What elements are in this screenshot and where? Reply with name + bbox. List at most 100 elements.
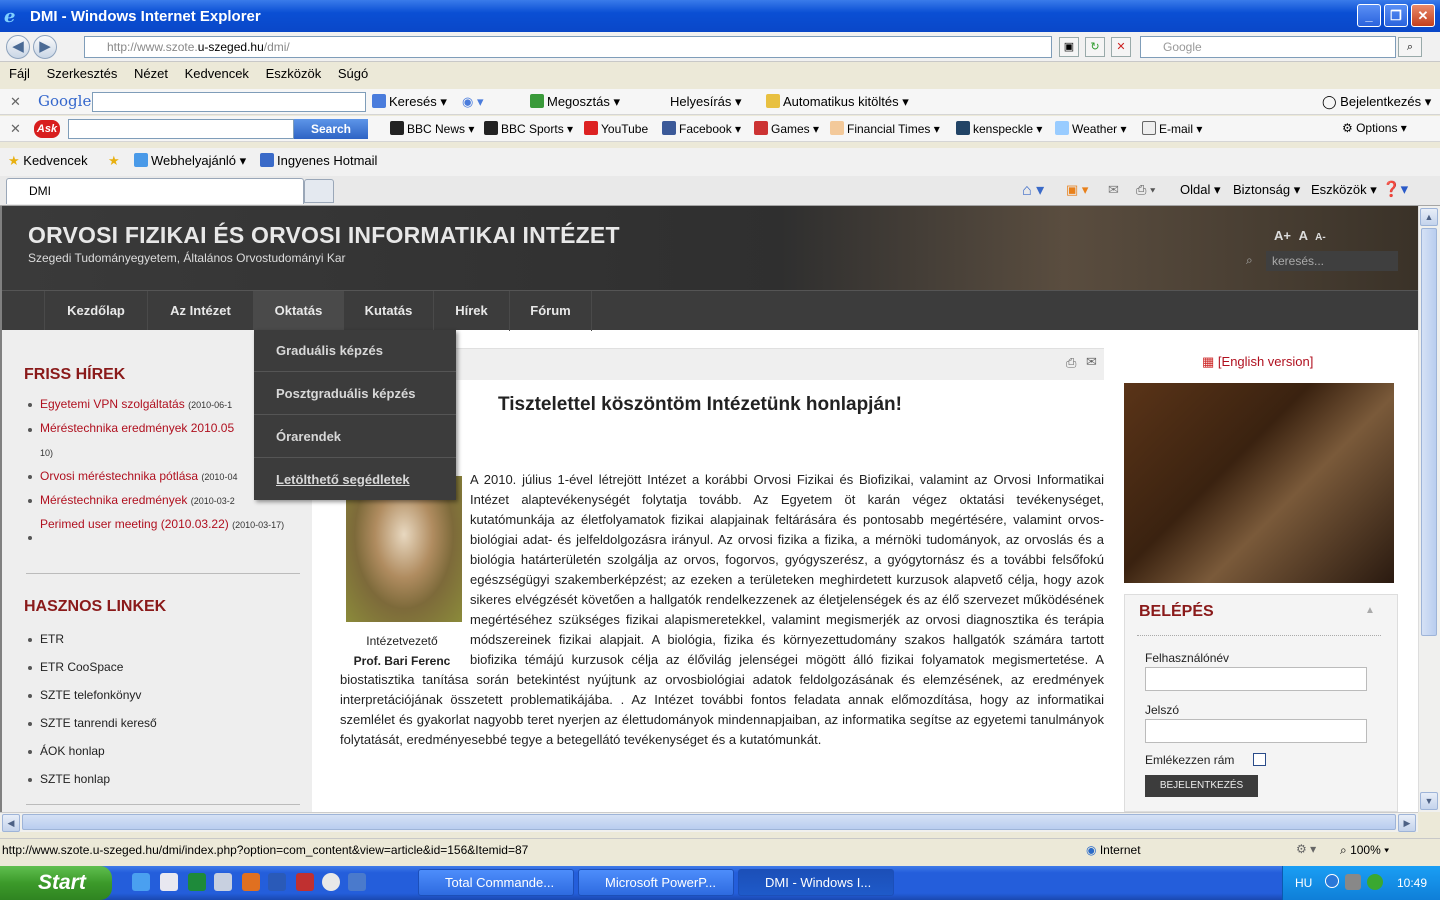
back-button[interactable]: ◀ bbox=[6, 35, 30, 59]
task-powerpoint[interactable]: Microsoft PowerP... bbox=[578, 869, 734, 896]
quicklaunch-icon[interactable] bbox=[348, 873, 366, 891]
quicklaunch-icon[interactable] bbox=[296, 873, 314, 891]
ask-search-input[interactable] bbox=[68, 119, 294, 139]
font-larger-button[interactable]: A+ bbox=[1274, 228, 1291, 243]
google-search-button[interactable]: Keresés ▾ bbox=[372, 94, 447, 110]
quicklaunch-icon[interactable] bbox=[214, 873, 232, 891]
link-item[interactable]: SZTE telefonkönyv bbox=[28, 688, 141, 702]
news-item[interactable]: Perimed user meeting (2010.03.22) (2010-… bbox=[28, 512, 298, 537]
username-field[interactable] bbox=[1145, 667, 1367, 691]
address-bar[interactable]: http://www.szote.u-szeged.hu/dmi/ bbox=[84, 36, 1052, 58]
protected-mode-icon[interactable]: ⚙ ▾ bbox=[1296, 842, 1316, 856]
dropdown-item[interactable]: Graduális képzés bbox=[254, 330, 456, 372]
scroll-thumb[interactable] bbox=[1421, 228, 1437, 636]
google-search-input[interactable] bbox=[92, 92, 366, 112]
link-item[interactable]: ETR bbox=[28, 632, 64, 646]
menu-tools[interactable]: Eszközök bbox=[266, 66, 322, 81]
menu-edit[interactable]: Szerkesztés bbox=[47, 66, 118, 81]
scroll-thumb-h[interactable] bbox=[22, 814, 1396, 830]
collapse-icon[interactable]: ▲ bbox=[1365, 605, 1375, 616]
quicklaunch-media-icon[interactable] bbox=[322, 873, 340, 891]
zoom-control[interactable]: ⌕ 100% ▾ bbox=[1340, 843, 1389, 858]
spellcheck-button[interactable]: Helyesírás ▾ bbox=[670, 94, 742, 110]
horizontal-scrollbar[interactable]: ◀ ▶ bbox=[0, 812, 1418, 832]
menu-help[interactable]: Súgó bbox=[338, 66, 368, 81]
fav-hotmail[interactable]: Ingyenes Hotmail bbox=[260, 153, 377, 168]
weather-link[interactable]: Weather ▾ bbox=[1055, 121, 1127, 136]
rss-icon[interactable]: ▣ ▾ bbox=[1066, 182, 1088, 198]
refresh-icon[interactable]: ↻ bbox=[1085, 37, 1105, 57]
remember-checkbox[interactable] bbox=[1253, 753, 1266, 766]
search-icon[interactable]: ⌕ bbox=[1398, 37, 1422, 57]
print-icon[interactable]: ⎙ bbox=[1066, 355, 1076, 371]
compat-icon[interactable]: ▣ bbox=[1059, 37, 1079, 57]
bbc-sports-link[interactable]: BBC Sports ▾ bbox=[484, 121, 573, 136]
scroll-down-button[interactable]: ▼ bbox=[1420, 792, 1438, 810]
globe-icon[interactable]: ◉ ▾ bbox=[462, 94, 483, 110]
close-button[interactable]: ✕ bbox=[1411, 4, 1435, 27]
email-link[interactable]: E-mail ▾ bbox=[1142, 121, 1202, 136]
start-button[interactable]: Start bbox=[0, 866, 112, 900]
site-search-input[interactable]: keresés... bbox=[1266, 251, 1398, 271]
login-button[interactable]: BEJELENTKEZÉS bbox=[1145, 775, 1258, 797]
add-favorite-icon[interactable]: ★ bbox=[108, 153, 120, 169]
scroll-up-button[interactable]: ▲ bbox=[1420, 208, 1438, 226]
link-item[interactable]: SZTE tanrendi kereső bbox=[28, 716, 157, 730]
link-item[interactable]: SZTE honlap bbox=[28, 772, 110, 786]
english-version-link[interactable]: ▦ [English version] bbox=[1202, 354, 1313, 370]
stop-icon[interactable]: ✕ bbox=[1111, 37, 1131, 57]
ask-search-button[interactable]: Search bbox=[294, 119, 368, 139]
scroll-left-button[interactable]: ◀ bbox=[2, 814, 20, 832]
nav-home[interactable]: Kezdőlap bbox=[44, 291, 148, 331]
nav-institute[interactable]: Az Intézet bbox=[148, 291, 254, 331]
games-link[interactable]: Games ▾ bbox=[754, 121, 819, 136]
font-smaller-button[interactable]: A- bbox=[1315, 232, 1326, 243]
scroll-right-button[interactable]: ▶ bbox=[1398, 814, 1416, 832]
fav-webslice[interactable]: Webhelyajánló ▾ bbox=[134, 153, 246, 169]
menu-favorites[interactable]: Kedvencek bbox=[185, 66, 249, 81]
link-item[interactable]: ÁOK honlap bbox=[28, 744, 105, 758]
dropdown-item[interactable]: Órarendek bbox=[254, 416, 456, 458]
google-signin-button[interactable]: ◯ Bejelentkezés ▾ bbox=[1322, 94, 1431, 110]
menu-file[interactable]: Fájl bbox=[9, 66, 30, 81]
facebook-link[interactable]: Facebook ▾ bbox=[662, 121, 741, 136]
font-normal-button[interactable]: A bbox=[1299, 228, 1308, 243]
dropdown-item[interactable]: Letölthető segédletek bbox=[254, 459, 456, 501]
options-button[interactable]: ⚙ Options ▾ bbox=[1342, 121, 1407, 135]
minimize-button[interactable]: _ bbox=[1357, 4, 1381, 27]
task-total-commander[interactable]: Total Commande... bbox=[418, 869, 574, 896]
read-mail-icon[interactable]: ✉ bbox=[1108, 182, 1119, 198]
menu-view[interactable]: Nézet bbox=[134, 66, 168, 81]
dropdown-item[interactable]: Posztgraduális képzés bbox=[254, 373, 456, 415]
language-indicator[interactable]: HU bbox=[1295, 876, 1312, 890]
help-icon[interactable]: ❓▾ bbox=[1382, 180, 1408, 198]
nav-news[interactable]: Hírek bbox=[434, 291, 510, 331]
task-ie-dmi[interactable]: DMI - Windows I... bbox=[738, 869, 894, 896]
bbc-news-link[interactable]: BBC News ▾ bbox=[390, 121, 474, 136]
nav-education[interactable]: Oktatás bbox=[254, 291, 344, 331]
tray-icon[interactable] bbox=[1345, 874, 1361, 890]
maximize-button[interactable]: ❐ bbox=[1384, 4, 1408, 27]
new-tab-button[interactable] bbox=[304, 179, 334, 203]
quicklaunch-icon[interactable] bbox=[160, 873, 178, 891]
nav-research[interactable]: Kutatás bbox=[344, 291, 434, 331]
quicklaunch-word-icon[interactable] bbox=[268, 873, 286, 891]
youtube-link[interactable]: YouTube bbox=[584, 121, 648, 136]
tray-expand-icon[interactable] bbox=[1325, 874, 1339, 888]
quicklaunch-ie-icon[interactable] bbox=[132, 873, 150, 891]
share-button[interactable]: Megosztás ▾ bbox=[530, 94, 620, 110]
tray-icon[interactable] bbox=[1367, 874, 1383, 890]
quicklaunch-excel-icon[interactable] bbox=[188, 873, 206, 891]
vertical-scrollbar[interactable]: ▲ ▼ bbox=[1418, 206, 1440, 812]
email-icon[interactable]: ✉ bbox=[1086, 354, 1097, 370]
nav-forum[interactable]: Fórum bbox=[510, 291, 592, 331]
favorites-button[interactable]: ★ Kedvencek bbox=[8, 153, 88, 169]
close-toolbar-icon[interactable]: ✕ bbox=[10, 121, 21, 137]
tools-menu[interactable]: Eszközök ▾ bbox=[1311, 182, 1377, 198]
safety-menu[interactable]: Biztonság ▾ bbox=[1233, 182, 1300, 198]
print-icon[interactable]: ⎙ ▾ bbox=[1136, 182, 1155, 198]
page-menu[interactable]: Oldal ▾ bbox=[1180, 182, 1221, 198]
close-toolbar-icon[interactable]: ✕ bbox=[10, 94, 21, 110]
link-item[interactable]: ETR CooSpace bbox=[28, 660, 123, 674]
autofill-button[interactable]: Automatikus kitöltés ▾ bbox=[766, 94, 909, 110]
